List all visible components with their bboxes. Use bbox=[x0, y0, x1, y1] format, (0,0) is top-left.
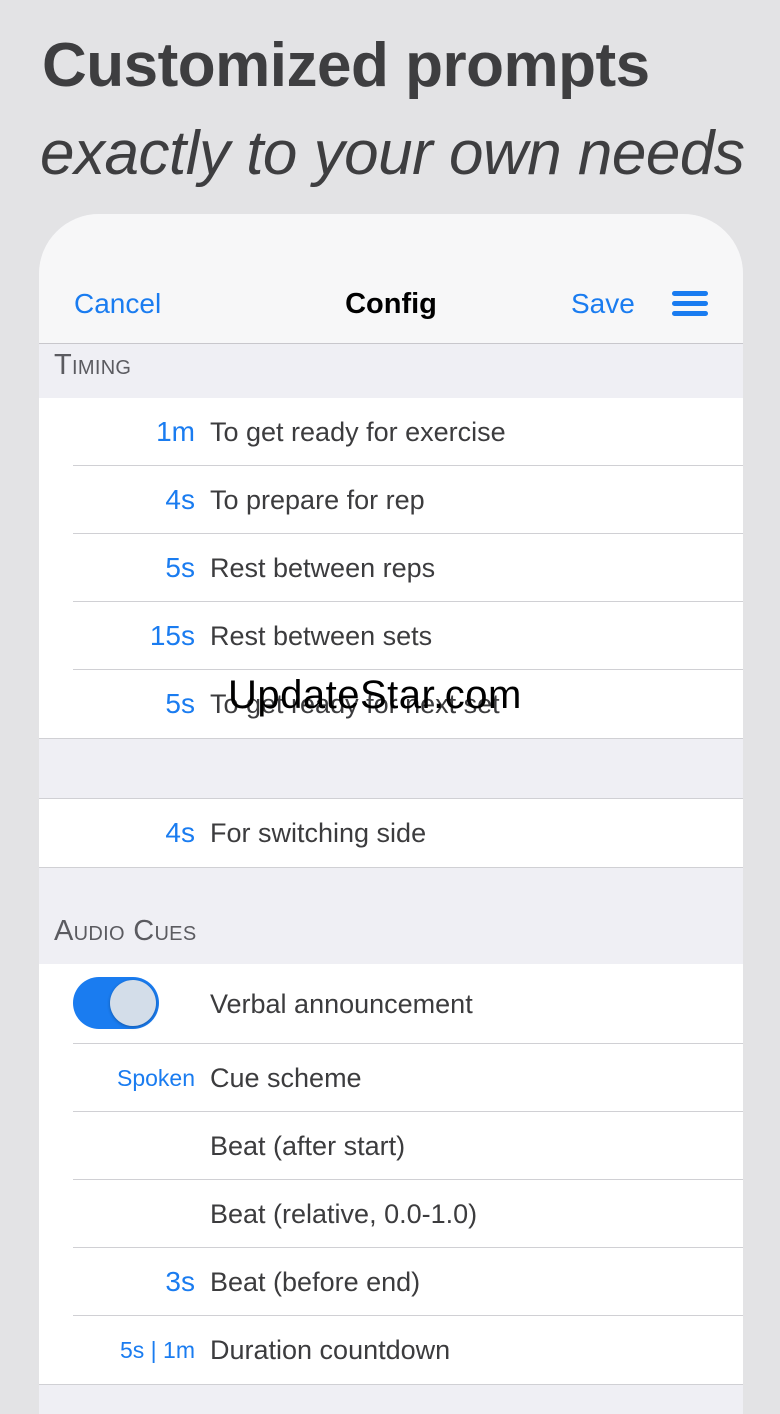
row-value: 4s bbox=[165, 817, 195, 848]
row-label: Beat (relative, 0.0-1.0) bbox=[210, 1199, 478, 1229]
row-label: Rest between sets bbox=[210, 621, 433, 651]
row-label: To prepare for rep bbox=[210, 485, 425, 515]
row-value: 15s bbox=[149, 620, 195, 651]
phone-screen: Config Cancel Save Timing 1m To get read… bbox=[39, 214, 743, 1414]
watermark: UpdateStar.com bbox=[228, 673, 522, 717]
toggle-knob bbox=[110, 980, 156, 1026]
row-value: 4s bbox=[165, 484, 195, 515]
audio-row[interactable]: Beat (relative, 0.0-1.0) bbox=[39, 1180, 743, 1248]
row-label: For switching side bbox=[210, 818, 427, 848]
headline: Customized prompts bbox=[42, 31, 650, 100]
verbal-announcement-row: Verbal announcement bbox=[39, 964, 743, 1044]
navigation-bar: Config Cancel Save bbox=[39, 214, 743, 344]
row-value: Spoken bbox=[116, 1065, 195, 1091]
switch-side-group: 4s For switching side bbox=[39, 798, 743, 868]
row-value: 3s bbox=[165, 1266, 195, 1297]
section-header-audio-cues: Audio Cues bbox=[39, 910, 743, 965]
verbal-announcement-toggle[interactable] bbox=[73, 977, 159, 1029]
section-title: Audio Cues bbox=[54, 915, 197, 947]
row-value: 5s | 1m bbox=[120, 1337, 195, 1363]
timing-row[interactable]: 4s For switching side bbox=[39, 799, 743, 867]
subheadline: exactly to your own needs bbox=[40, 119, 745, 188]
row-label: To get ready for exercise bbox=[210, 417, 506, 447]
timing-row[interactable]: 4s To prepare for rep bbox=[39, 466, 743, 534]
row-value: 5s bbox=[165, 552, 195, 583]
row-label: Rest between reps bbox=[210, 553, 436, 583]
section-header-timing: Timing bbox=[39, 344, 743, 399]
section-title: Timing bbox=[54, 349, 132, 381]
audio-row[interactable]: 3s Beat (before end) bbox=[39, 1248, 743, 1316]
timing-row[interactable]: 5s Rest between reps bbox=[39, 534, 743, 602]
timing-row[interactable]: 1m To get ready for exercise bbox=[39, 398, 743, 466]
row-value: 1m bbox=[156, 416, 195, 447]
timing-row[interactable]: 15s Rest between sets bbox=[39, 602, 743, 670]
row-label: Duration countdown bbox=[210, 1335, 451, 1365]
row-value: 5s bbox=[165, 688, 195, 719]
row-label: Beat (after start) bbox=[210, 1131, 406, 1161]
hamburger-menu-icon[interactable] bbox=[672, 291, 708, 317]
row-label: Beat (before end) bbox=[210, 1267, 421, 1297]
audio-row[interactable]: Beat (after start) bbox=[39, 1112, 743, 1180]
save-button[interactable]: Save bbox=[571, 288, 635, 320]
row-label: Verbal announcement bbox=[210, 989, 473, 1019]
audio-row[interactable]: Spoken Cue scheme bbox=[39, 1044, 743, 1112]
row-label: Cue scheme bbox=[210, 1063, 362, 1093]
audio-group: Verbal announcement Spoken Cue scheme Be… bbox=[39, 964, 743, 1385]
cancel-button[interactable]: Cancel bbox=[74, 288, 161, 320]
audio-row[interactable]: 5s | 1m Duration countdown bbox=[39, 1316, 743, 1384]
